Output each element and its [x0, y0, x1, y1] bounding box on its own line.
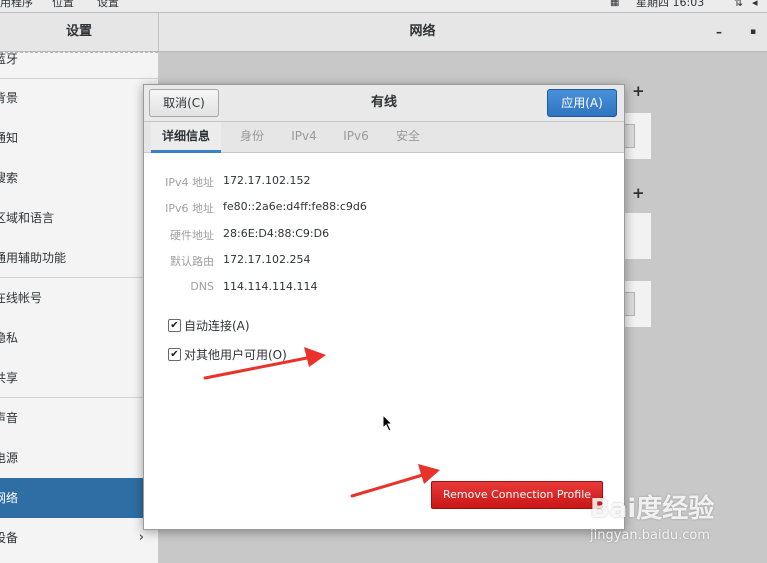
- arrow-icon: [203, 347, 326, 380]
- baidu-watermark: Bai度经验 jingyan.baidu.com: [590, 478, 760, 558]
- arrow-icon: [350, 464, 440, 498]
- watermark-url: jingyan.baidu.com: [590, 528, 710, 543]
- baidu-logo-icon: Bai度经验: [590, 494, 715, 524]
- mouse-cursor-icon: [382, 414, 394, 432]
